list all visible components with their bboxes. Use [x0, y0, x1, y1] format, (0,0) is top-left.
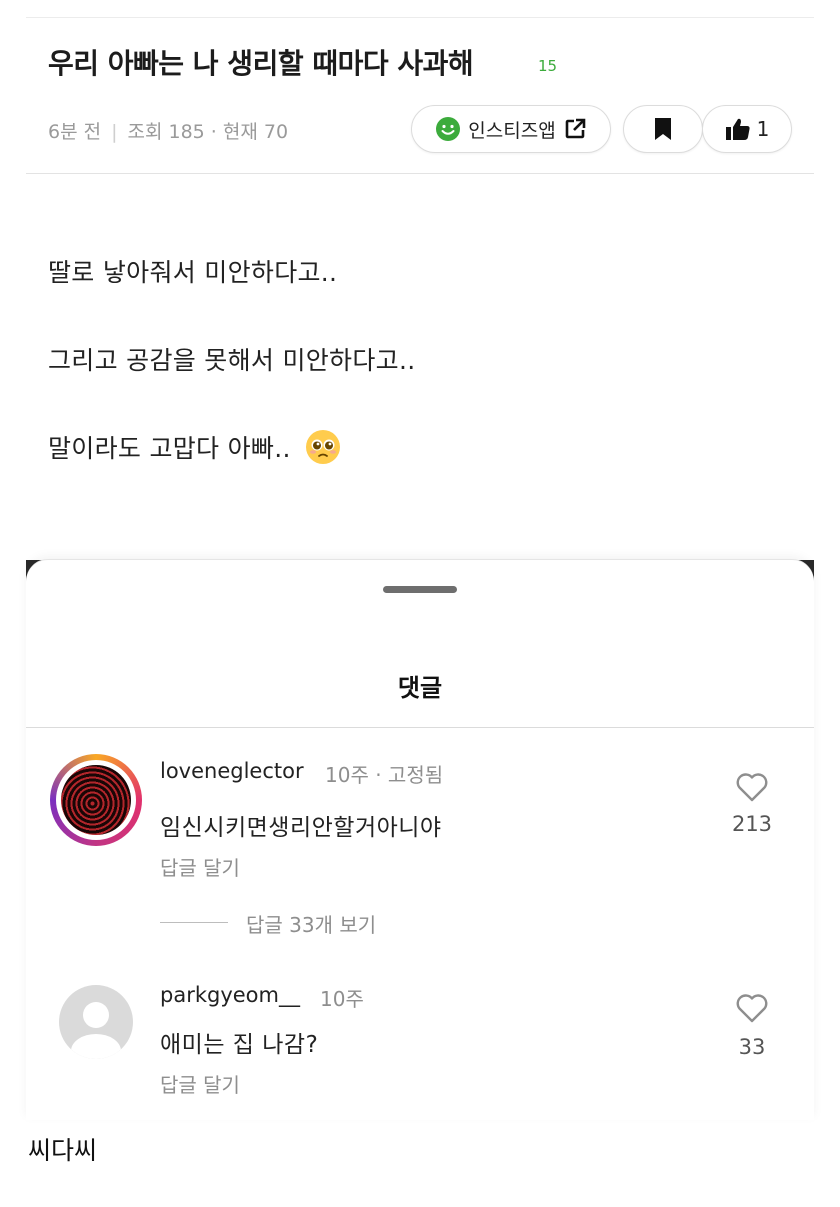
comments-sheet-title: 댓글: [397, 674, 443, 702]
header-divider: [26, 173, 814, 174]
view-replies-button[interactable]: 답글 33개 보기: [246, 909, 376, 938]
post-meta: 6분 전 | 조회 185 · 현재 70: [48, 117, 288, 144]
sheet-divider: [26, 727, 814, 728]
pleading-face-emoji-icon: [305, 430, 340, 464]
comment-text: 애미는 집 나감?: [160, 1032, 319, 1058]
bookmark-icon: [655, 118, 671, 140]
post-views: 조회 185 · 현재 70: [127, 121, 289, 143]
avatar[interactable]: [61, 765, 131, 835]
post-body-line-with-emoji: 말이라도 고맙다 아빠..: [48, 429, 341, 465]
open-in-app-button[interactable]: 인스티즈앱: [411, 105, 611, 153]
view-replies-divider: [160, 922, 228, 923]
default-user-icon: [71, 1002, 121, 1059]
comment-like-count: 33: [738, 1035, 766, 1059]
meta-divider: |: [111, 121, 118, 143]
comment-like-count: 213: [731, 812, 773, 836]
footer-caption: 씨다씨: [28, 1136, 98, 1165]
sheet-drag-handle[interactable]: [383, 586, 457, 593]
comment-time: 10주 · 고정됨: [325, 763, 444, 787]
comment-username[interactable]: parkgyeom__: [160, 983, 300, 1007]
comment-username[interactable]: loveneglector: [160, 759, 304, 783]
smile-icon: [436, 117, 461, 141]
open-in-app-label: 인스티즈앱: [468, 119, 556, 142]
post-title: 우리 아빠는 나 생리할 때마다 사과해: [48, 47, 474, 80]
post-body-line: 그리고 공감을 못해서 미안하다고..: [48, 346, 416, 375]
comment-count-badge[interactable]: 15: [538, 57, 557, 75]
avatar[interactable]: [59, 985, 133, 1059]
heart-icon[interactable]: [735, 772, 769, 802]
external-link-icon: [565, 118, 586, 139]
post-body-line: 말이라도 고맙다 아빠..: [48, 434, 291, 463]
post-body-line: 딸로 낳아줘서 미안하다고..: [48, 258, 338, 287]
heart-icon[interactable]: [735, 993, 769, 1023]
like-count: 1: [756, 117, 770, 141]
bookmark-button[interactable]: [623, 105, 703, 153]
comment-text: 임신시키면생리안할거아니야: [160, 815, 442, 841]
like-button[interactable]: 1: [702, 105, 792, 153]
thumbs-up-icon: [725, 118, 750, 140]
post-time: 6분 전: [48, 121, 102, 143]
reply-button[interactable]: 답글 달기: [160, 852, 240, 881]
comment-time: 10주: [320, 987, 364, 1011]
top-divider: [26, 17, 814, 18]
reply-button[interactable]: 답글 달기: [160, 1069, 240, 1098]
